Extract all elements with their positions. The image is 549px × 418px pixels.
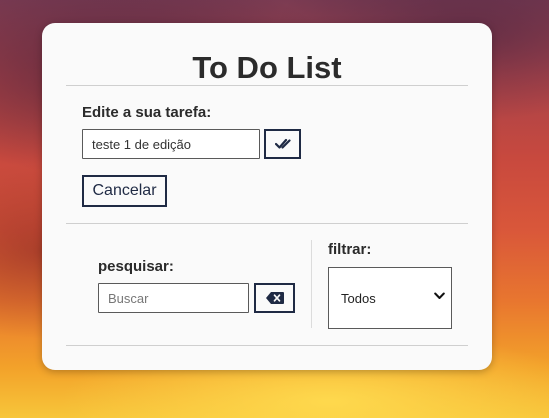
chevron-down-icon (434, 292, 445, 299)
edit-task-label: Edite a sua tarefa: (82, 104, 212, 121)
filter-selected-value: Todos (341, 290, 376, 306)
search-label: pesquisar: (98, 258, 174, 275)
double-check-icon (274, 138, 291, 149)
divider-top (66, 85, 468, 86)
confirm-edit-button[interactable] (264, 129, 301, 159)
filter-select[interactable]: Todos (328, 267, 452, 329)
filter-label: filtrar: (328, 241, 372, 258)
backspace-icon (265, 292, 284, 304)
cancel-button[interactable]: Cancelar (82, 175, 167, 207)
search-input[interactable] (98, 283, 249, 313)
page-title: To Do List (192, 50, 342, 85)
divider-middle (66, 223, 468, 224)
column-divider (311, 240, 312, 328)
clear-search-button[interactable] (254, 283, 295, 313)
divider-bottom (66, 345, 468, 346)
edit-task-input[interactable] (82, 129, 260, 159)
todo-card: To Do List Edite a sua tarefa: Cancelar … (42, 23, 492, 370)
